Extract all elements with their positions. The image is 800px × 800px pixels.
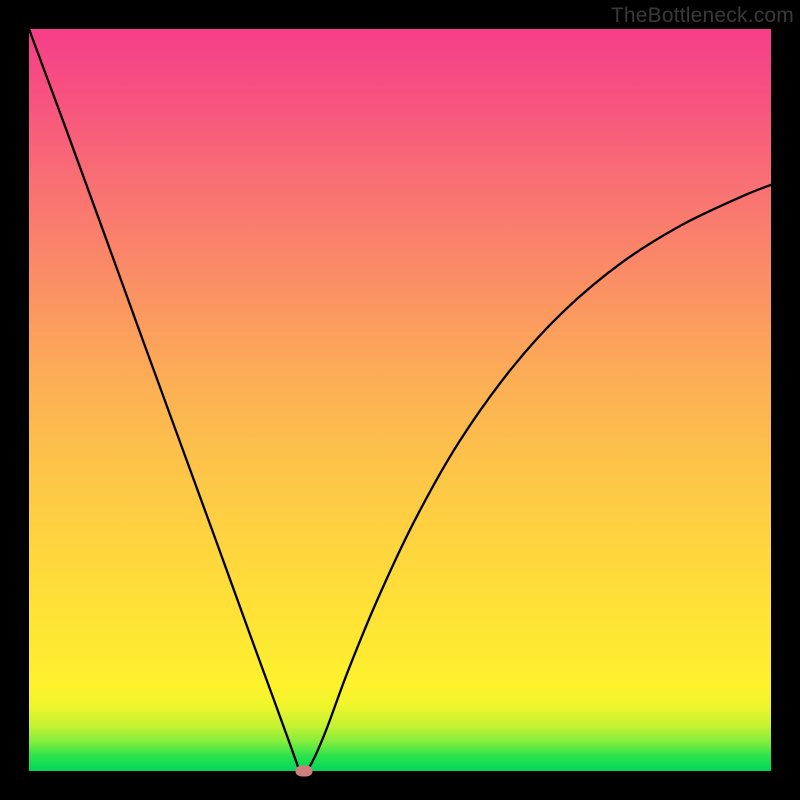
watermark-text: TheBottleneck.com (611, 4, 794, 28)
minimum-marker (295, 766, 312, 777)
plot-area (29, 29, 771, 771)
chart-frame: TheBottleneck.com (0, 0, 800, 800)
curve-path (29, 29, 771, 771)
curve-svg (29, 29, 771, 771)
